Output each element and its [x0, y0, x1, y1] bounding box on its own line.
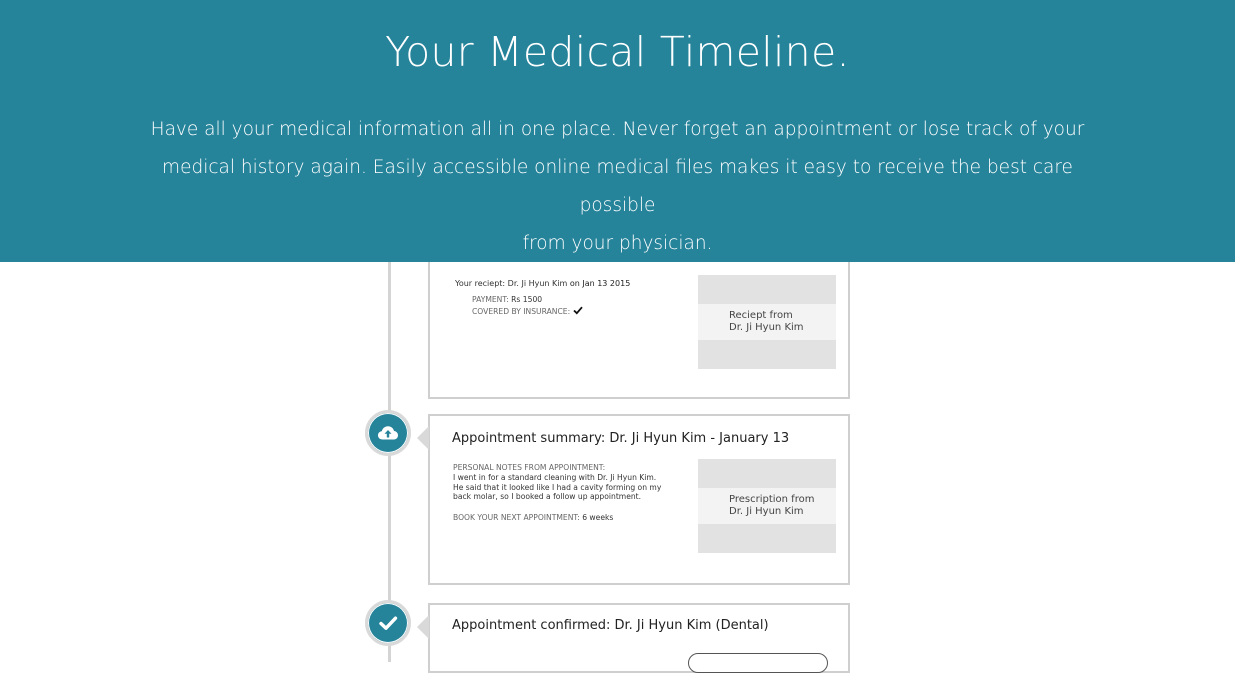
confirmed-title: Appointment confirmed: Dr. Ji Hyun Kim (… [452, 618, 769, 633]
prescription-thumbnail[interactable]: Prescription from Dr. Ji Hyun Kim [698, 459, 836, 554]
hero-description-line: from your physician. [522, 233, 713, 254]
thumbnail-band [698, 340, 836, 369]
notes-line: He said that it looked like I had a cavi… [453, 482, 662, 492]
thumbnail-label-line: Dr. Ji Hyun Kim [729, 322, 804, 333]
next-appointment-value: 6 weeks [582, 513, 614, 522]
receipt-payment: PAYMENT: Rs 1500 [472, 295, 542, 305]
receipt-thumbnail[interactable]: Reciept from Dr. Ji Hyun Kim [698, 275, 836, 370]
receipt-insurance: COVERED BY INSURANCE: [472, 306, 583, 317]
thumbnail-band [698, 459, 836, 488]
hero-description: Have all your medical information all in… [140, 111, 1095, 263]
appointment-summary-card[interactable]: Appointment summary: Dr. Ji Hyun Kim - J… [417, 414, 850, 585]
hero-description-line: medical history again. Easily accessible… [162, 157, 1073, 216]
notes-line: back molar, so I booked a follow up appo… [453, 492, 642, 502]
thumbnail-label: Prescription from Dr. Ji Hyun Kim [729, 494, 814, 518]
cloud-upload-icon [378, 426, 398, 440]
checkmark-circle-icon [379, 616, 398, 630]
receipt-title-date: on Jan 13 2015 [569, 279, 631, 288]
payment-value: Rs 1500 [511, 295, 543, 304]
hero-description-line: Have all your medical information all in… [150, 119, 1085, 140]
notes-line: I went in for a standard cleaning with D… [453, 472, 657, 482]
thumbnail-label-line: Reciept from [729, 310, 793, 321]
page-title: Your Medical Timeline. [385, 28, 850, 76]
card-pointer [417, 426, 429, 450]
thumbnail-label-line: Prescription from [729, 494, 815, 505]
insurance-label: COVERED BY INSURANCE: [472, 307, 571, 316]
upload-node[interactable] [365, 410, 411, 456]
confirmed-node[interactable] [365, 600, 411, 646]
checkmark-icon [572, 306, 583, 315]
next-appointment-label: BOOK YOUR NEXT APPOINTMENT: [453, 513, 580, 522]
payment-label: PAYMENT: [472, 295, 509, 304]
receipt-card[interactable]: Your reciept: Dr. Ji Hyun Kim on Jan 13 … [428, 262, 850, 399]
action-button[interactable] [688, 653, 828, 673]
thumbnail-band [698, 275, 836, 304]
summary-title: Appointment summary: Dr. Ji Hyun Kim - J… [452, 431, 790, 446]
card-pointer [417, 615, 429, 639]
appointment-confirmed-card[interactable]: Appointment confirmed: Dr. Ji Hyun Kim (… [417, 603, 850, 673]
receipt-title-prefix: Your reciept: Dr. Ji Hyun Kim [455, 279, 568, 288]
next-appointment: BOOK YOUR NEXT APPOINTMENT: 6 weeks [453, 513, 613, 523]
receipt-title: Your reciept: Dr. Ji Hyun Kim on Jan 13 … [455, 279, 630, 289]
thumbnail-label-line: Dr. Ji Hyun Kim [729, 506, 804, 517]
thumbnail-band [698, 524, 836, 553]
notes-label: PERSONAL NOTES FROM APPOINTMENT: [453, 463, 606, 472]
summary-notes: PERSONAL NOTES FROM APPOINTMENT: I went … [453, 463, 661, 502]
thumbnail-label: Reciept from Dr. Ji Hyun Kim [729, 310, 804, 334]
hero-banner: Your Medical Timeline. Have all your med… [0, 0, 1235, 262]
